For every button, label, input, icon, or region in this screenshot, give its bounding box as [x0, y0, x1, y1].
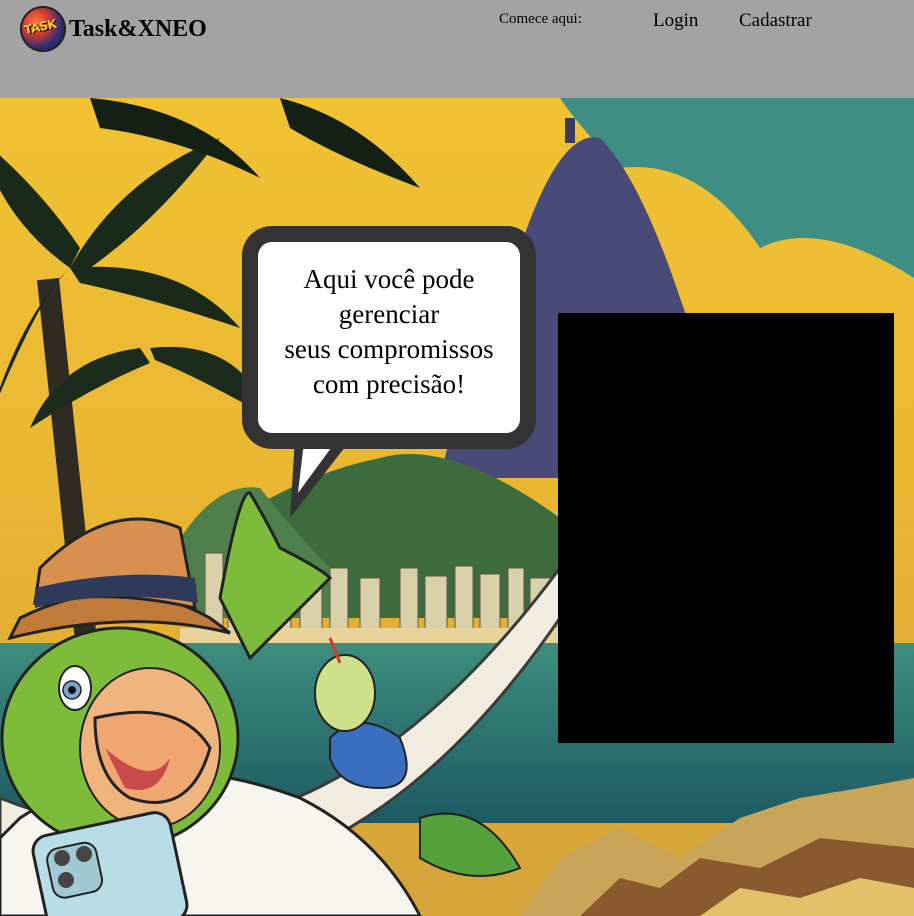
logo-icon[interactable]: TASK	[20, 6, 66, 52]
start-label: Comece aqui:	[499, 11, 582, 27]
top-header: TASK Task&XNEO Comece aqui: Login Cadast…	[0, 0, 914, 98]
logo-text: TASK	[22, 16, 58, 38]
login-link[interactable]: Login	[653, 10, 698, 32]
speech-line-2: gerenciar	[338, 299, 440, 329]
speech-text: Aqui você pode gerenciar seus compromiss…	[258, 262, 520, 402]
speech-line-4: com precisão!	[312, 369, 466, 399]
signup-link[interactable]: Cadastrar	[739, 10, 812, 32]
speech-bubble: Aqui você pode gerenciar seus compromiss…	[242, 226, 536, 449]
brand-title[interactable]: Task&XNEO	[69, 16, 207, 43]
hero-illustration: Aqui você pode gerenciar seus compromiss…	[0, 98, 914, 916]
speech-line-1: Aqui você pode	[303, 264, 475, 294]
black-panel	[558, 313, 894, 743]
speech-line-3: seus compromissos	[284, 334, 494, 364]
